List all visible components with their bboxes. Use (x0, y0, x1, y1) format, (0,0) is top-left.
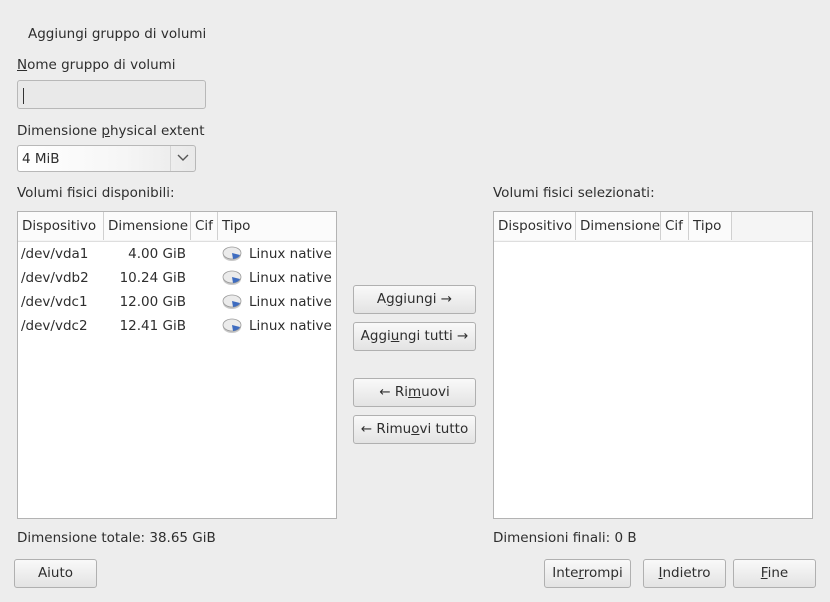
dialog-title: Aggiungi gruppo di volumi (28, 26, 207, 42)
col-type[interactable]: Tipo (689, 212, 732, 240)
abort-button[interactable]: Interrompi (544, 559, 631, 588)
col-enc[interactable]: Cif (661, 212, 689, 240)
disk-icon (222, 270, 242, 285)
extent-select[interactable]: 4 MiB (17, 145, 196, 172)
col-enc[interactable]: Cif (191, 212, 218, 240)
col-type[interactable]: Tipo (218, 212, 336, 240)
back-button[interactable]: Indietro (643, 559, 726, 588)
col-size[interactable]: Dimensione (104, 212, 191, 240)
col-device[interactable]: Dispositivo (494, 212, 576, 240)
table-row[interactable]: /dev/vda1 4.00 GiB Linux native (18, 242, 336, 266)
vg-name-input[interactable] (17, 80, 206, 109)
disk-icon (222, 318, 242, 333)
selected-total: Dimensioni finali: 0 B (493, 530, 637, 546)
table-row[interactable]: /dev/vdc2 12.41 GiB Linux native (18, 314, 336, 338)
text-caret (23, 88, 24, 104)
remove-all-button[interactable]: ← Rimuovi tutto (353, 415, 476, 444)
add-button[interactable]: Aggiungi → (353, 285, 476, 314)
table-row[interactable]: /dev/vdc1 12.00 GiB Linux native (18, 290, 336, 314)
table-header: Dispositivo Dimensione Cif Tipo (18, 212, 336, 242)
vg-name-label: Nome gruppo di volumi (17, 57, 176, 73)
available-table[interactable]: Dispositivo Dimensione Cif Tipo /dev/vda… (17, 211, 337, 519)
finish-button[interactable]: Fine (733, 559, 816, 588)
col-size[interactable]: Dimensione (576, 212, 661, 240)
extent-select-value: 4 MiB (22, 151, 60, 167)
disk-icon (222, 294, 242, 309)
table-header: Dispositivo Dimensione Cif Tipo (494, 212, 812, 242)
help-button[interactable]: Aiuto (14, 559, 97, 588)
remove-button[interactable]: ← Rimuovi (353, 378, 476, 407)
add-all-button[interactable]: Aggiungi tutti → (353, 322, 476, 351)
chevron-down-icon[interactable] (170, 146, 195, 171)
selected-table[interactable]: Dispositivo Dimensione Cif Tipo (493, 211, 813, 519)
selected-title: Volumi fisici selezionati: (493, 185, 655, 201)
available-total: Dimensione totale: 38.65 GiB (17, 530, 216, 546)
table-row[interactable]: /dev/vdb2 10.24 GiB Linux native (18, 266, 336, 290)
available-title: Volumi fisici disponibili: (17, 185, 175, 201)
extent-label: Dimensione physical extent (17, 123, 205, 139)
disk-icon (222, 246, 242, 261)
col-device[interactable]: Dispositivo (18, 212, 104, 240)
